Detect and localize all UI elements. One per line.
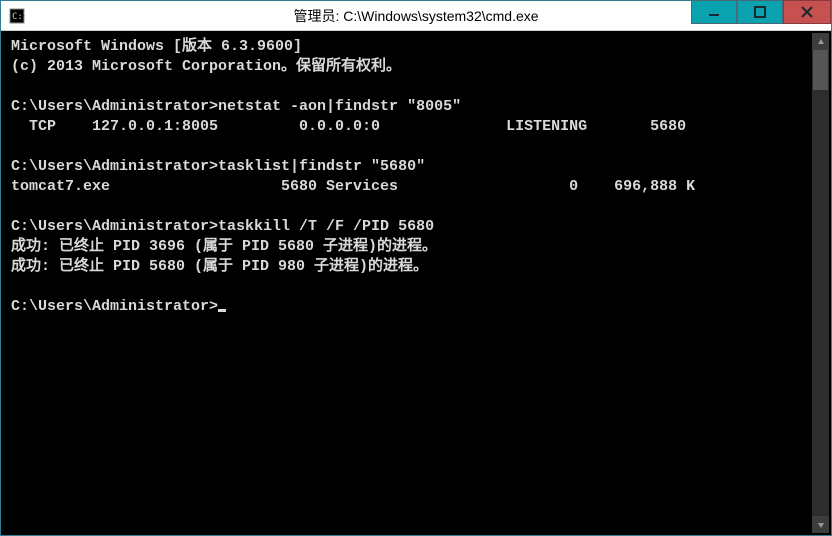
line: C:\Users\Administrator>netstat -aon|find… [11, 98, 461, 115]
line: C:\Users\Administrator>tasklist|findstr … [11, 158, 425, 175]
line: tomcat7.exe 5680 Services 0 696,888 K [11, 178, 695, 195]
cmd-window: C:\ 管理员: C:\Windows\system32\cmd.exe Mic… [0, 0, 832, 536]
minimize-button[interactable] [691, 0, 737, 24]
line: 成功: 已终止 PID 3696 (属于 PID 5680 子进程)的进程。 [11, 238, 437, 255]
cmd-icon[interactable]: C:\ [7, 6, 27, 26]
line: TCP 127.0.0.1:8005 0.0.0.0:0 LISTENING 5… [11, 118, 686, 135]
line: 成功: 已终止 PID 5680 (属于 PID 980 子进程)的进程。 [11, 258, 428, 275]
close-button[interactable] [783, 0, 831, 24]
scroll-up-button[interactable] [812, 33, 829, 50]
window-controls [691, 1, 831, 30]
titlebar[interactable]: C:\ 管理员: C:\Windows\system32\cmd.exe [1, 1, 831, 31]
maximize-icon [754, 6, 766, 18]
line: Microsoft Windows [版本 6.3.9600] [11, 38, 302, 55]
line: C:\Users\Administrator>taskkill /T /F /P… [11, 218, 434, 235]
line: (c) 2013 Microsoft Corporation。保留所有权利。 [11, 58, 401, 75]
svg-text:C:\: C:\ [12, 12, 25, 22]
scroll-thumb[interactable] [813, 50, 828, 90]
maximize-button[interactable] [737, 0, 783, 24]
prompt: C:\Users\Administrator> [11, 298, 218, 315]
close-icon [801, 6, 813, 18]
client-area: Microsoft Windows [版本 6.3.9600] (c) 2013… [1, 31, 831, 535]
minimize-icon [708, 6, 720, 18]
scroll-down-button[interactable] [812, 516, 829, 533]
terminal-output[interactable]: Microsoft Windows [版本 6.3.9600] (c) 2013… [11, 37, 809, 531]
chevron-down-icon [817, 521, 825, 529]
vertical-scrollbar[interactable] [812, 33, 829, 533]
cursor [218, 309, 226, 312]
scroll-track[interactable] [812, 50, 829, 516]
chevron-up-icon [817, 38, 825, 46]
